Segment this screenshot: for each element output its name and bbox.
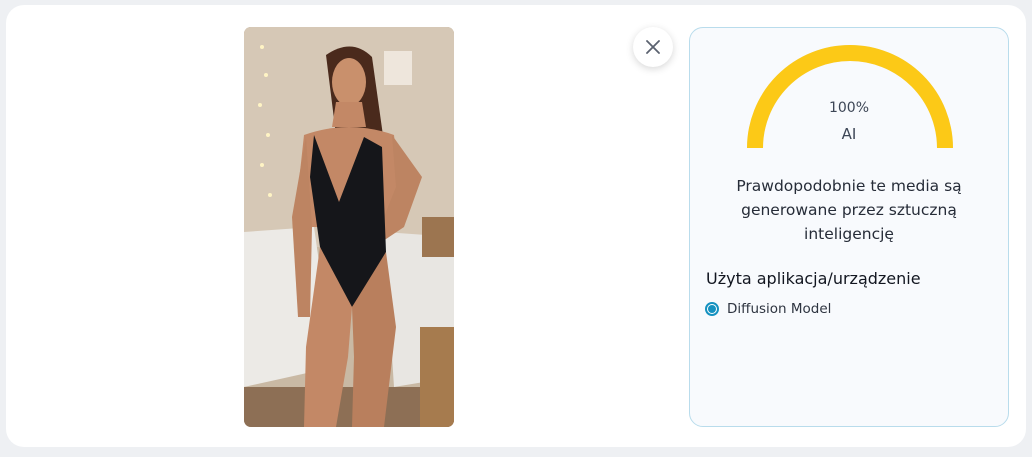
detection-result-panel: 100% AI Prawdopodobnie te media są gener… [689, 27, 1009, 427]
source-heading: Użyta aplikacja/urządzenie [706, 269, 921, 288]
radio-selected-icon[interactable] [705, 302, 719, 316]
verdict-text: Prawdopodobnie te media są generowane pr… [736, 177, 962, 243]
close-icon [646, 40, 660, 54]
analyzed-photo [244, 27, 454, 427]
source-option-diffusion-model[interactable]: Diffusion Model [705, 301, 831, 317]
analyzed-image [244, 27, 454, 427]
ai-score-label: AI [841, 125, 857, 143]
close-button[interactable] [633, 27, 673, 67]
source-option-label: Diffusion Model [727, 301, 832, 317]
result-card: 100% AI Prawdopodobnie te media są gener… [6, 5, 1026, 447]
ai-score-percent: 100% [828, 100, 870, 116]
